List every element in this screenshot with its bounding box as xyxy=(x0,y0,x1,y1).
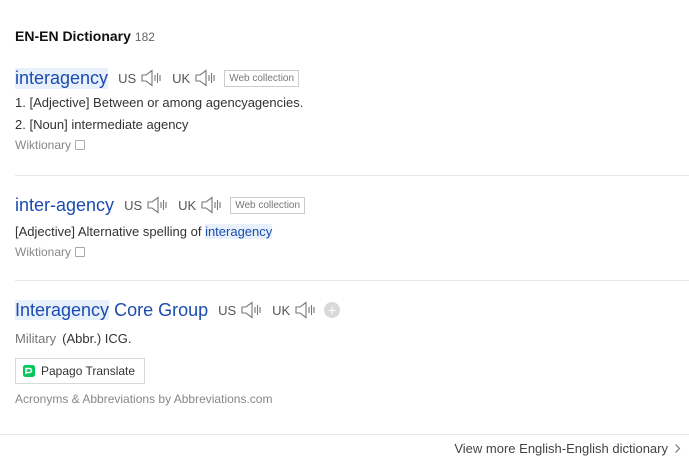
definition-1: 1. [Adjective] Between or among agencyag… xyxy=(15,95,304,110)
definition-1: [Adjective] Alternative spelling of inte… xyxy=(15,221,689,243)
us-pronunciation-label: US xyxy=(124,197,143,213)
entry-term-rest: Core Group xyxy=(109,299,209,320)
uk-pronunciation-label: UK xyxy=(178,197,197,213)
definition-text: [Adjective] Alternative spelling of xyxy=(15,224,202,239)
source-abbreviations[interactable]: Acronyms & Abbreviations by Abbreviation… xyxy=(15,392,689,406)
translate-row: Papago Translate xyxy=(15,358,689,384)
source-wiktionary[interactable]: Wiktionary xyxy=(15,245,689,259)
entry-term-link[interactable]: interagency xyxy=(15,67,109,89)
papago-translate-label: Papago Translate xyxy=(41,364,136,378)
entry-divider xyxy=(15,175,689,176)
footer-divider xyxy=(0,434,689,435)
section-title: EN-EN Dictionary 182 xyxy=(15,28,155,44)
web-collection-badge[interactable]: Web collection xyxy=(230,196,306,214)
dictionary-entry-interagency-core-group: Interagency Core Group US UK + Military (… xyxy=(15,298,689,406)
uk-pronunciation-label: UK xyxy=(172,70,191,86)
definition-1: Military (Abbr.) ICG. xyxy=(15,328,689,350)
chevron-right-icon xyxy=(675,444,681,453)
section-title-text: EN-EN Dictionary xyxy=(15,28,131,44)
entry-headline: interagency US UK Web collection xyxy=(15,66,689,90)
entry-term-link[interactable]: Interagency Core Group xyxy=(15,299,209,321)
entry-headline: Interagency Core Group US UK + xyxy=(15,298,689,322)
result-count: 182 xyxy=(134,30,155,44)
definition-text: (Abbr.) ICG. xyxy=(62,331,132,346)
entry-divider xyxy=(15,280,689,281)
category-label: Military xyxy=(15,331,57,346)
source-wiktionary[interactable]: Wiktionary xyxy=(15,138,689,152)
us-speaker-icon[interactable] xyxy=(146,196,168,214)
copy-icon xyxy=(75,247,86,257)
papago-logo-icon xyxy=(23,365,35,377)
web-collection-badge[interactable]: Web collection xyxy=(224,69,300,87)
plus-icon[interactable]: + xyxy=(324,302,341,318)
definition-link-interagency[interactable]: interagency xyxy=(205,224,273,239)
entry-term-highlight: Interagency xyxy=(15,299,110,320)
uk-speaker-icon[interactable] xyxy=(294,301,316,319)
view-more-dictionary-link[interactable]: View more English-English dictionary xyxy=(454,441,681,456)
us-pronunciation-label: US xyxy=(218,302,237,318)
source-label: Wiktionary xyxy=(15,245,72,259)
dictionary-entry-interagency: interagency US UK Web collection 1. [Adj… xyxy=(15,66,689,152)
uk-speaker-icon[interactable] xyxy=(200,196,222,214)
uk-speaker-icon[interactable] xyxy=(194,69,216,87)
source-label: Acronyms & Abbreviations by Abbreviation… xyxy=(15,392,273,406)
entry-term-link[interactable]: inter-agency xyxy=(15,195,114,216)
papago-translate-button[interactable]: Papago Translate xyxy=(15,358,146,384)
source-label: Wiktionary xyxy=(15,138,72,152)
definition-2: 2. [Noun] intermediate agency xyxy=(15,117,189,132)
copy-icon xyxy=(75,140,86,150)
uk-pronunciation-label: UK xyxy=(272,302,291,318)
dictionary-entry-inter-agency: inter-agency US UK Web collection [Adjec… xyxy=(15,193,689,259)
view-more-label: View more English-English dictionary xyxy=(454,441,668,456)
us-pronunciation-label: US xyxy=(118,70,137,86)
us-speaker-icon[interactable] xyxy=(140,69,162,87)
us-speaker-icon[interactable] xyxy=(240,301,262,319)
entry-headline: inter-agency US UK Web collection xyxy=(15,193,689,217)
